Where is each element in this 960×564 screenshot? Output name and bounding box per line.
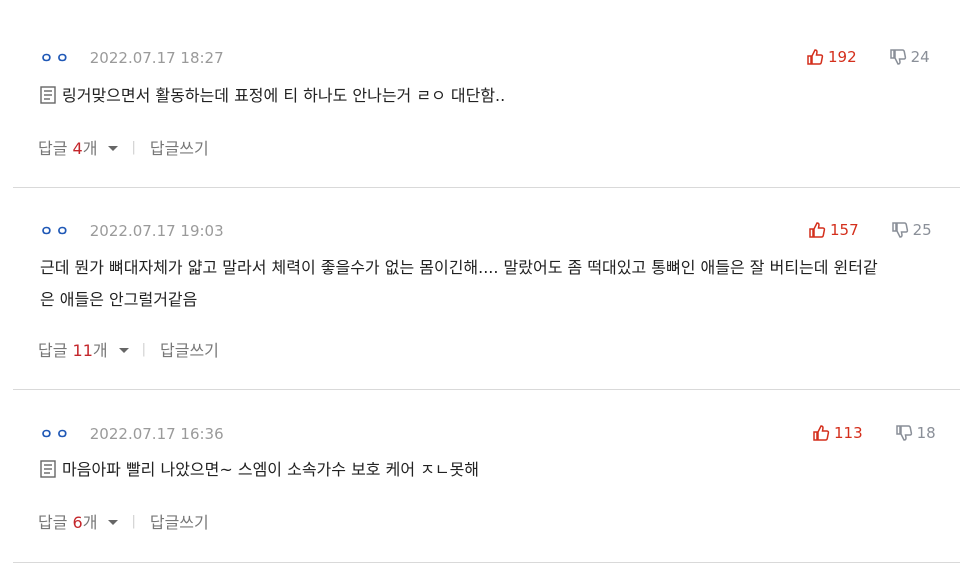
comment-date: 2022.07.17 16:36 (89, 425, 224, 443)
caret-down-icon[interactable] (107, 138, 119, 157)
reply-bar: 답글 6개 | 답글쓰기 (38, 509, 209, 533)
comment-text: 마음아파 빨리 나았으면~ 스엠이 소속가수 보호 케어 ㅈㄴ못해 (40, 454, 479, 489)
write-reply-button[interactable]: 답글쓰기 (160, 337, 219, 361)
comment-text-line: 마음아파 빨리 나았으면~ 스엠이 소속가수 보호 케어 ㅈㄴ못해 (62, 460, 480, 479)
comment-meta: ㅇㅇ 2022.07.17 18:27 (40, 48, 224, 68)
write-reply-button[interactable]: 답글쓰기 (150, 135, 209, 159)
reply-unit: 개 (92, 341, 108, 360)
caret-down-icon[interactable] (107, 512, 119, 531)
like-button[interactable]: 192 (806, 48, 857, 66)
write-reply-button[interactable]: 답글쓰기 (150, 509, 209, 533)
reply-bar: 답글 4개 | 답글쓰기 (38, 135, 209, 159)
like-button[interactable]: 113 (812, 424, 863, 442)
dislike-button[interactable]: 18 (895, 424, 936, 442)
thumbs-down-icon (891, 222, 908, 238)
comment-text: 링거맞으면서 활동하는데 표정에 티 하나도 안나는거 ㄹㅇ 대단함.. (40, 80, 505, 115)
reply-toggle[interactable]: 답글 6개 (38, 509, 97, 533)
reply-toggle[interactable]: 답글 4개 (38, 135, 97, 159)
reply-unit: 개 (82, 513, 98, 532)
dislike-button[interactable]: 24 (889, 48, 930, 66)
separator: | (131, 139, 136, 155)
thumbs-down-icon (895, 425, 912, 441)
reply-count: 11 (72, 341, 93, 360)
comment-meta: ㅇㅇ 2022.07.17 16:36 (40, 424, 224, 444)
like-count: 113 (834, 424, 863, 442)
reply-count: 6 (72, 513, 83, 532)
thumbs-up-icon (813, 425, 830, 441)
dislike-count: 25 (912, 221, 932, 239)
reply-unit: 개 (82, 139, 98, 158)
like-count: 192 (828, 48, 857, 66)
comment-author[interactable]: ㅇㅇ (40, 48, 72, 68)
comment-author[interactable]: ㅇㅇ (40, 221, 72, 241)
caret-down-icon[interactable] (118, 340, 130, 359)
thumbs-up-icon (807, 49, 824, 65)
like-count: 157 (830, 221, 859, 239)
comment-text-line: 은 애들은 안그럴거같음 (40, 290, 198, 309)
comment-text-line: 근데 뭔가 뼈대자체가 얇고 말라서 체력이 좋을수가 없는 몸이긴해.... … (40, 258, 878, 277)
divider (13, 562, 960, 563)
vote-box: 192 24 (806, 47, 930, 67)
vote-box: 113 18 (812, 423, 936, 443)
thumbs-up-icon (809, 222, 826, 238)
comment-date: 2022.07.17 18:27 (89, 49, 224, 67)
document-icon (40, 83, 56, 115)
reply-bar: 답글 11개 | 답글쓰기 (38, 337, 219, 361)
thumbs-down-icon (889, 49, 906, 65)
comment-text-line: 링거맞으면서 활동하는데 표정에 티 하나도 안나는거 ㄹㅇ 대단함.. (62, 86, 506, 105)
dislike-count: 24 (910, 48, 930, 66)
reply-count: 4 (72, 139, 83, 158)
separator: | (131, 513, 136, 529)
reply-label: 답글 (38, 341, 73, 360)
divider (13, 389, 960, 390)
like-button[interactable]: 157 (808, 221, 859, 239)
vote-box: 157 25 (808, 220, 932, 240)
reply-toggle[interactable]: 답글 11개 (38, 337, 108, 361)
reply-label: 답글 (38, 513, 73, 532)
comment-date: 2022.07.17 19:03 (89, 222, 224, 240)
comment-author[interactable]: ㅇㅇ (40, 424, 72, 444)
divider (13, 187, 960, 188)
separator: | (141, 341, 147, 357)
document-icon (40, 457, 56, 489)
comment-meta: ㅇㅇ 2022.07.17 19:03 (40, 221, 224, 241)
reply-label: 답글 (38, 139, 73, 158)
dislike-count: 18 (916, 424, 936, 442)
comment-text: 근데 뭔가 뼈대자체가 얇고 말라서 체력이 좋을수가 없는 몸이긴해.... … (40, 252, 878, 316)
dislike-button[interactable]: 25 (891, 221, 932, 239)
